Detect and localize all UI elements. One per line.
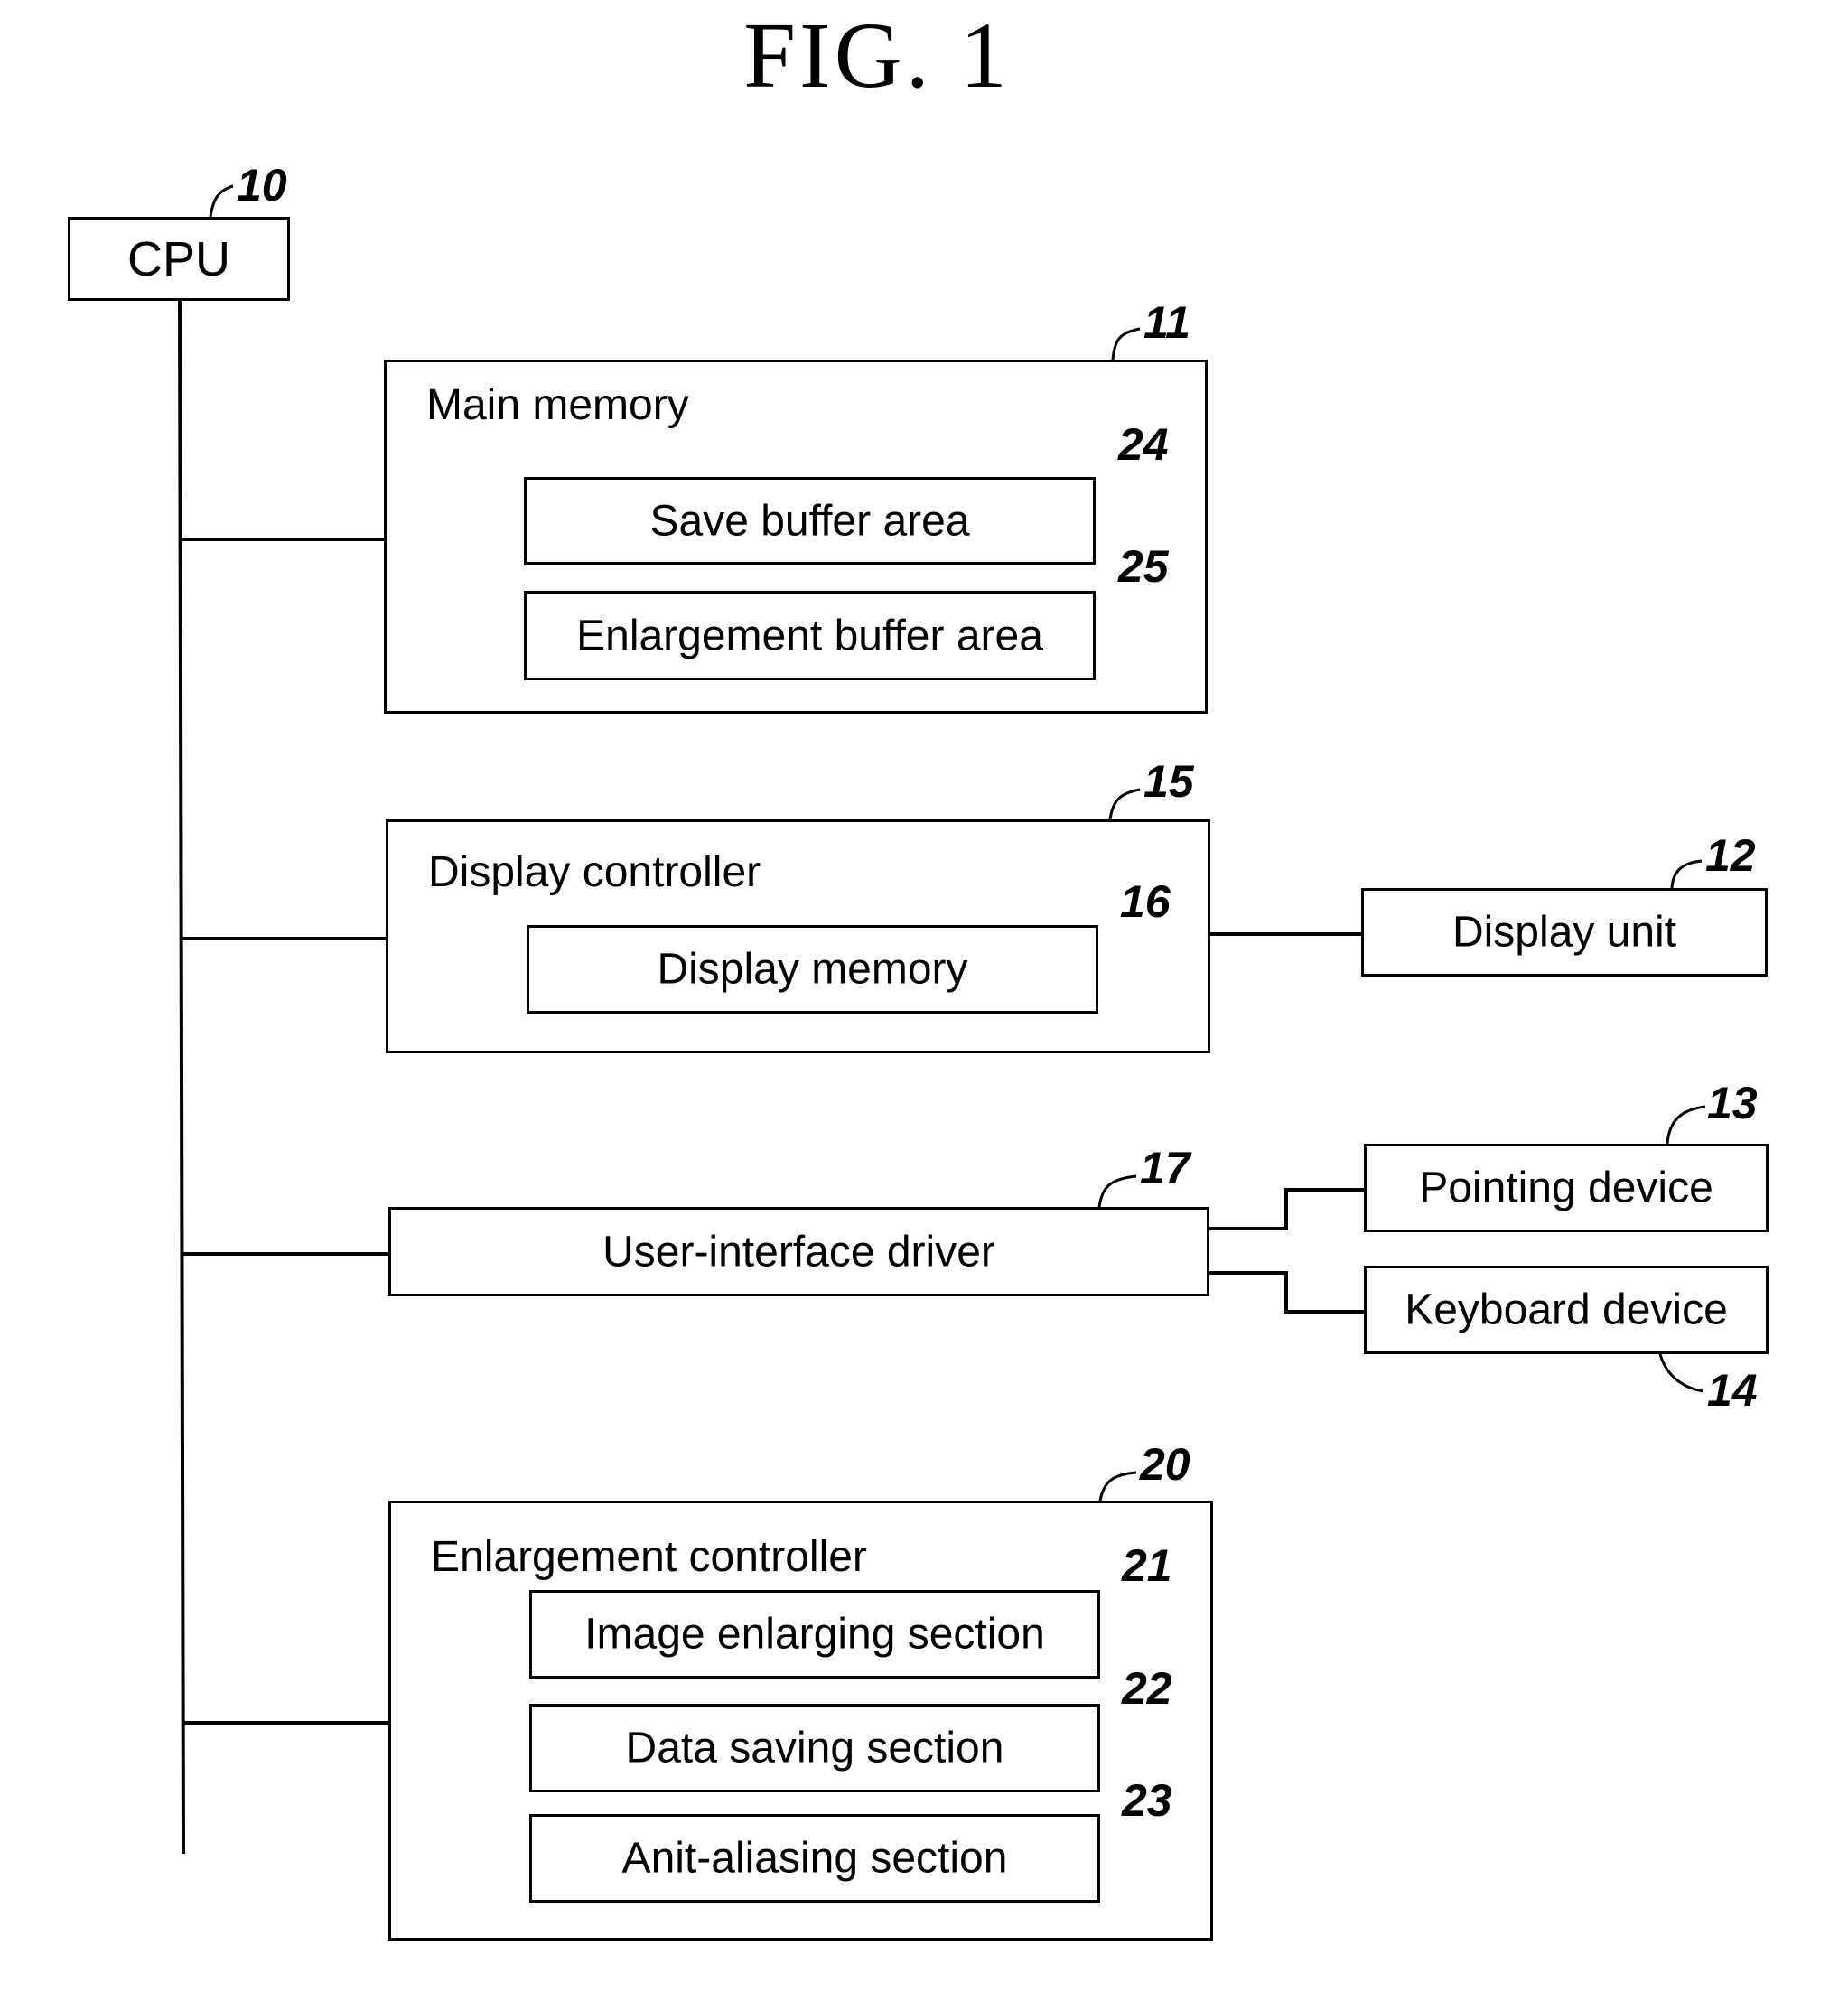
save-buffer-area-label: Save buffer area (649, 497, 970, 545)
data-saving-section-label: Data saving section (625, 1724, 1004, 1772)
ui-driver-to-keyboard-device (1209, 1271, 1364, 1314)
enlargement-buffer-area-ref: 25 (1118, 541, 1169, 592)
data-saving-section-block: Data saving section (529, 1704, 1100, 1792)
leader-11 (1111, 327, 1141, 360)
pointing-device-ref: 13 (1707, 1078, 1758, 1128)
leader-20 (1098, 1471, 1137, 1501)
enlargement-controller-ref: 20 (1140, 1439, 1190, 1490)
enlargement-buffer-area-label: Enlargement buffer area (576, 612, 1043, 659)
enlargement-buffer-area-block: Enlargement buffer area (524, 591, 1096, 680)
ui-driver-ref: 17 (1140, 1143, 1190, 1193)
cpu-label: CPU (126, 231, 230, 286)
leader-17 (1097, 1174, 1137, 1208)
keyboard-device-block: Keyboard device (1364, 1266, 1769, 1354)
ui-driver-label: User-interface driver (602, 1228, 995, 1276)
display-unit-block: Display unit (1361, 888, 1768, 977)
cpu-block: CPU (68, 217, 290, 301)
leader-14 (1658, 1353, 1704, 1393)
leader-10 (209, 184, 234, 218)
display-controller-ref: 15 (1143, 756, 1194, 807)
display-unit-ref: 12 (1705, 830, 1756, 881)
save-buffer-area-ref: 24 (1118, 419, 1169, 470)
anti-aliasing-section-label: Anit-aliasing section (621, 1834, 1008, 1883)
pointing-device-label: Pointing device (1419, 1164, 1713, 1212)
leader-15 (1108, 788, 1141, 820)
anti-aliasing-section-block: Anit-aliasing section (529, 1814, 1100, 1903)
main-memory-ref: 11 (1143, 297, 1190, 348)
cpu-ref: 10 (237, 160, 287, 210)
main-memory-label: Main memory (426, 381, 689, 429)
image-enlarging-section-ref: 21 (1122, 1540, 1172, 1591)
pointing-device-block: Pointing device (1364, 1144, 1769, 1232)
ui-driver-block: User-interface driver (388, 1207, 1209, 1296)
image-enlarging-section-label: Image enlarging section (584, 1610, 1045, 1659)
keyboard-device-ref: 14 (1707, 1365, 1758, 1416)
leader-13 (1666, 1105, 1706, 1145)
display-memory-ref: 16 (1120, 876, 1171, 927)
system-bus-line (178, 300, 185, 1855)
keyboard-device-label: Keyboard device (1405, 1286, 1728, 1334)
image-enlarging-section-block: Image enlarging section (529, 1590, 1100, 1679)
display-unit-label: Display unit (1451, 908, 1677, 957)
save-buffer-area-block: Save buffer area (524, 477, 1096, 565)
ui-driver-to-pointing-device (1209, 1188, 1364, 1230)
display-memory-label: Display memory (657, 945, 968, 994)
leader-12 (1670, 859, 1703, 889)
anti-aliasing-section-ref: 23 (1122, 1775, 1172, 1826)
enlargement-controller-label: Enlargement controller (431, 1533, 867, 1581)
data-saving-section-ref: 22 (1122, 1663, 1172, 1714)
display-memory-block: Display memory (527, 925, 1098, 1014)
display-controller-label: Display controller (428, 848, 761, 896)
